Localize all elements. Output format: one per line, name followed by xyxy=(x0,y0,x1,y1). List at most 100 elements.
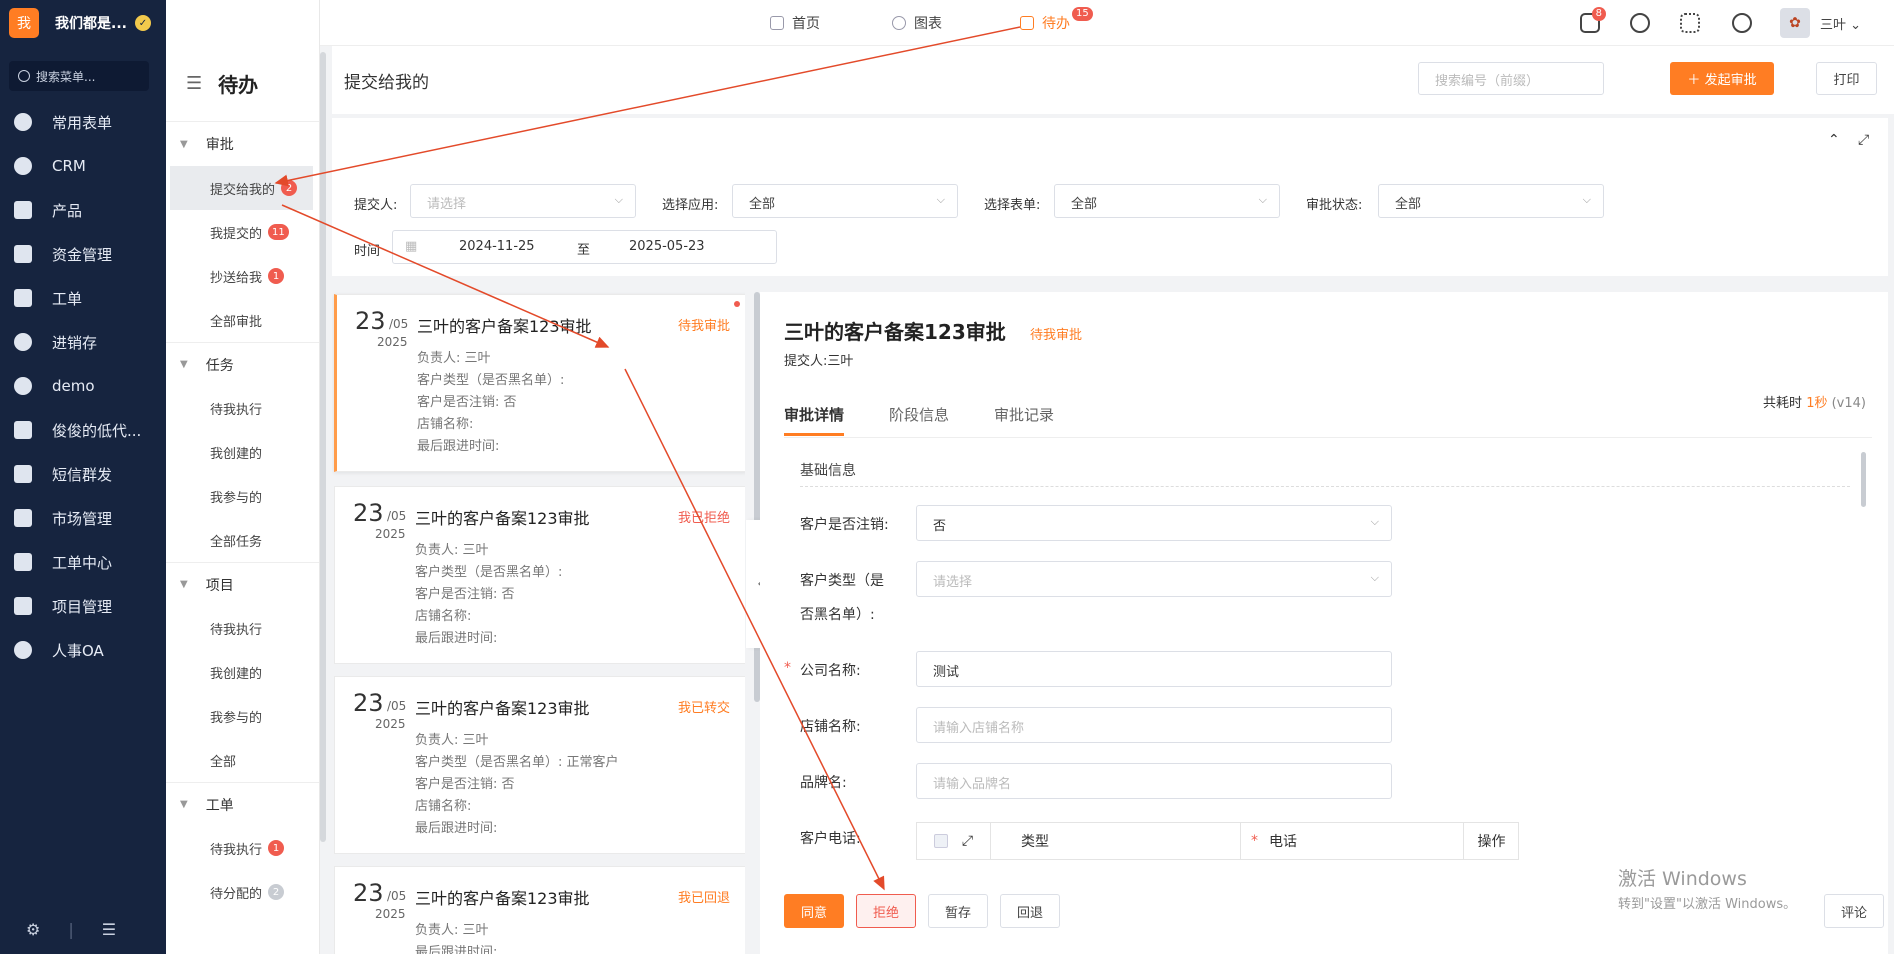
print-button[interactable]: 打印 xyxy=(1816,62,1877,95)
submenu-item-task-joined[interactable]: 我参与的 xyxy=(166,474,319,518)
gear-icon[interactable] xyxy=(1732,13,1752,33)
sidebar-nav: 常用表单 CRM 产品 资金管理 工单 进销存 demo 俊俊的低代... 短信… xyxy=(0,100,166,672)
detail-scrollbar[interactable] xyxy=(1861,452,1866,507)
submenu-item-cc-me[interactable]: 抄送给我 1 xyxy=(166,254,319,298)
status-value: 全部 xyxy=(1395,197,1422,212)
expand-icon[interactable]: ⤢ xyxy=(962,833,973,849)
user-name: 三叶 xyxy=(1820,18,1847,33)
submenu-item-wo-assign[interactable]: 待分配的 2 xyxy=(166,870,319,914)
start-approval-button[interactable]: ＋ 发起审批 xyxy=(1670,62,1774,95)
brand-name-input[interactable]: 请输入品牌名 xyxy=(916,763,1392,799)
submenu-item-project-todo[interactable]: 待我执行 xyxy=(166,606,319,650)
item-label: 待我执行 xyxy=(210,402,263,418)
menu-search-input[interactable]: 搜索菜单... xyxy=(9,61,149,91)
tab-approval-detail[interactable]: 审批详情 xyxy=(784,404,845,436)
shop-name-input[interactable]: 请输入店铺名称 xyxy=(916,707,1392,743)
reject-button[interactable]: 拒绝 xyxy=(856,894,916,928)
group-approval[interactable]: ▼ 审批 xyxy=(166,122,319,166)
sidebar-item-sms[interactable]: 短信群发 xyxy=(0,452,166,496)
cycle-icon xyxy=(14,333,32,351)
sidebar-item-workorder-center[interactable]: 工单中心 xyxy=(0,540,166,584)
tab-charts[interactable]: 图表 xyxy=(892,13,942,33)
column-phone: 电话 xyxy=(1241,823,1464,859)
scrollbar[interactable] xyxy=(320,52,326,842)
approval-card[interactable]: 23 /05 2025 三叶的客户备案123审批 我已转交 负责人: 三叶 客户… xyxy=(334,676,745,854)
item-label: 待我执行 xyxy=(210,842,263,858)
sidebar-item-favorites[interactable]: 常用表单 xyxy=(0,100,166,144)
submenu-item-project-created[interactable]: 我创建的 xyxy=(166,650,319,694)
group-workorders[interactable]: ▼ 工单 xyxy=(166,782,319,826)
collapse-up-icon[interactable]: ⌃ xyxy=(1828,132,1840,148)
detail-status: 待我审批 xyxy=(1030,328,1083,343)
sidebar-item-lowcode[interactable]: 俊俊的低代... xyxy=(0,408,166,452)
submenu-item-my-submitted[interactable]: 我提交的 11 xyxy=(166,210,319,254)
approval-card[interactable]: 23 /05 2025 三叶的客户备案123审批 我已拒绝 负责人: 三叶 客户… xyxy=(334,486,745,664)
card-year: 2025 xyxy=(375,527,406,541)
sidebar-item-market[interactable]: 市场管理 xyxy=(0,496,166,540)
submenu-item-project-joined[interactable]: 我参与的 xyxy=(166,694,319,738)
windows-activation-watermark: 激活 Windows 转到"设置"以激活 Windows。 xyxy=(1618,864,1796,912)
menu-search-placeholder: 搜索菜单... xyxy=(36,69,96,84)
avatar[interactable]: ✿ xyxy=(1780,8,1810,38)
submenu-item-task-all[interactable]: 全部任务 xyxy=(166,518,319,562)
company-name-input[interactable]: 测试 xyxy=(916,651,1392,687)
customer-type-placeholder: 请选择 xyxy=(933,575,973,590)
collapse-menu-icon[interactable]: ☰ xyxy=(102,920,116,939)
card-title: 三叶的客户备案123审批 xyxy=(415,509,590,528)
cancelled-select[interactable]: 否 ⌵ xyxy=(916,505,1392,541)
date-range-picker[interactable]: ▦ 2024-11-25 至 2025-05-23 xyxy=(392,230,777,264)
save-draft-button[interactable]: 暂存 xyxy=(928,894,988,928)
settings-icon[interactable]: ⚙ xyxy=(26,920,40,939)
menu-toggle-icon[interactable]: ☰ xyxy=(186,73,202,94)
group-label: 任务 xyxy=(205,357,234,374)
tab-todo[interactable]: 待办 15 xyxy=(1020,7,1093,33)
sidebar-item-hr[interactable]: 人事OA xyxy=(0,628,166,672)
sidebar-item-demo[interactable]: demo xyxy=(0,364,166,408)
submitter-select[interactable]: 请选择 ⌵ xyxy=(410,184,636,218)
submenu-item-task-created[interactable]: 我创建的 xyxy=(166,430,319,474)
agree-button[interactable]: 同意 xyxy=(784,894,844,928)
card-line: 客户类型（是否黑名单）: xyxy=(415,565,563,580)
submenu-item-project-all[interactable]: 全部 xyxy=(166,738,319,782)
submenu-item-submitted-to-me[interactable]: 提交给我的 2 xyxy=(170,166,313,210)
tab-approval-records[interactable]: 审批记录 xyxy=(994,404,1054,433)
apps-grid-icon[interactable] xyxy=(1680,13,1700,33)
user-menu[interactable]: 三叶 ⌄ xyxy=(1820,14,1861,33)
search-number-input[interactable]: 搜索编号（前缀） xyxy=(1418,62,1604,95)
comment-button[interactable]: 评论 xyxy=(1824,894,1884,928)
sidebar-item-product[interactable]: 产品 xyxy=(0,188,166,232)
submenu-item-task-todo[interactable]: 待我执行 xyxy=(166,386,319,430)
brand[interactable]: 我 我们都是... ✓ xyxy=(0,0,166,46)
page-title: 提交给我的 xyxy=(344,73,429,93)
sidebar-item-workorder[interactable]: 工单 xyxy=(0,276,166,320)
approval-list: 23 /05 2025 三叶的客户备案123审批 待我审批 负责人: 三叶 客户… xyxy=(332,292,745,954)
sidebar-item-crm[interactable]: CRM xyxy=(0,144,166,188)
sidebar-item-finance[interactable]: 资金管理 xyxy=(0,232,166,276)
help-icon[interactable] xyxy=(1630,13,1650,33)
tab-home[interactable]: 首页 xyxy=(770,13,820,33)
submenu-item-all-approvals[interactable]: 全部审批 xyxy=(166,298,319,342)
form-select[interactable]: 全部 ⌵ xyxy=(1054,184,1280,218)
group-tasks[interactable]: ▼ 任务 xyxy=(166,342,319,386)
card-line: 店铺名称: xyxy=(415,799,472,814)
select-all-checkbox[interactable] xyxy=(933,834,948,848)
group-projects[interactable]: ▼ 项目 xyxy=(166,562,319,606)
clipboard-icon xyxy=(14,289,32,307)
submenu-item-wo-todo[interactable]: 待我执行 1 xyxy=(166,826,319,870)
sidebar-item-projects[interactable]: 项目管理 xyxy=(0,584,166,628)
customer-type-select[interactable]: 请选择 ⌵ xyxy=(916,561,1392,597)
rollback-button[interactable]: 回退 xyxy=(1000,894,1060,928)
message-icon[interactable]: 8 xyxy=(1580,7,1606,33)
app-select[interactable]: 全部 ⌵ xyxy=(732,184,958,218)
sidebar-item-label: 项目管理 xyxy=(52,597,113,616)
fullscreen-icon[interactable]: ⤢ xyxy=(1858,132,1869,148)
card-month: /05 xyxy=(389,317,409,331)
approval-card[interactable]: 23 /05 2025 三叶的客户备案123审批 我已回退 负责人: 三叶 最后… xyxy=(334,866,745,954)
sidebar-item-inventory[interactable]: 进销存 xyxy=(0,320,166,364)
card-day: 23 xyxy=(355,307,386,335)
status-select[interactable]: 全部 ⌵ xyxy=(1378,184,1604,218)
approval-card[interactable]: 23 /05 2025 三叶的客户备案123审批 待我审批 负责人: 三叶 客户… xyxy=(334,294,745,472)
detail-title: 三叶的客户备案123审批 xyxy=(784,320,1006,344)
tab-stage-info[interactable]: 阶段信息 xyxy=(889,404,949,433)
sidebar-item-label: 工单中心 xyxy=(52,553,113,572)
